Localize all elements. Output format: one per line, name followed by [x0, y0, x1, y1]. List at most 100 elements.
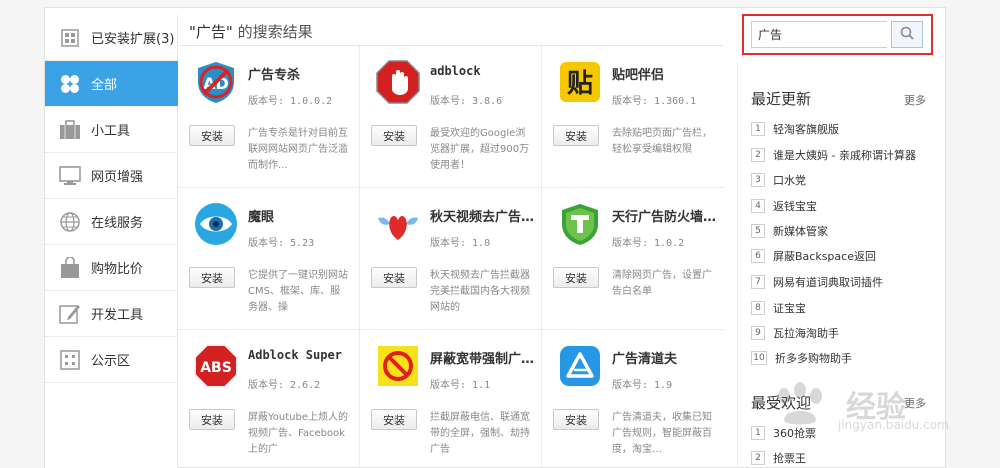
extension-name[interactable]: 广告专杀: [248, 64, 358, 83]
extension-version: 版本号: 3.8.6: [430, 96, 503, 107]
install-button[interactable]: 安装: [371, 267, 417, 288]
list-item-label[interactable]: 抢票王: [773, 450, 806, 466]
install-button[interactable]: 安装: [553, 409, 599, 430]
list-number: 9: [751, 326, 765, 340]
globe-icon: [59, 211, 81, 233]
sidebar-item-label: 在线服务: [91, 216, 144, 231]
list-item[interactable]: 2 谁是大姨妈 - 亲戚称谓计算器: [751, 146, 916, 164]
list-item[interactable]: 1 360抢票: [751, 424, 816, 442]
sidebar-item-label: 开发工具: [91, 308, 144, 323]
extension-name[interactable]: 屏蔽宽带强制广…: [430, 348, 540, 367]
svg-text:ABS: ABS: [200, 360, 232, 376]
search-input[interactable]: [751, 21, 887, 48]
list-item-label[interactable]: 返钱宝宝: [773, 198, 817, 214]
install-button[interactable]: 安装: [189, 409, 235, 430]
list-item[interactable]: 6 屏蔽Backspace返回: [751, 247, 876, 265]
install-button[interactable]: 安装: [553, 125, 599, 146]
svg-text:贴: 贴: [567, 69, 593, 99]
list-item[interactable]: 1 轻淘客旗舰版: [751, 120, 839, 138]
popular-more-link[interactable]: 更多: [904, 395, 926, 411]
list-number: 2: [751, 148, 765, 162]
list-item-label[interactable]: 证宝宝: [773, 300, 806, 316]
list-item[interactable]: 2 抢票王: [751, 449, 806, 467]
list-item[interactable]: 7 网易有道词典取词插件: [751, 273, 883, 291]
sidebar-item-tools[interactable]: 小工具: [45, 107, 178, 153]
list-item-label[interactable]: 谁是大姨妈 - 亲戚称谓计算器: [773, 147, 916, 163]
extension-name[interactable]: Adblock Super: [248, 348, 358, 362]
ad-killer-icon: AD: [194, 60, 238, 104]
sidebar-item-installed[interactable]: 已安装扩展(3): [45, 15, 178, 61]
results-title-suffix: 的搜索结果: [232, 23, 313, 41]
list-item-label[interactable]: 口水党: [773, 172, 806, 188]
extension-name[interactable]: 秋天视频去广告…: [430, 206, 540, 225]
extension-name[interactable]: 魔眼: [248, 206, 358, 225]
extension-grid: AD 广告专杀 版本号: 1.0.0.2 安装 广告专杀是针对目前互联网网站网页…: [178, 45, 724, 468]
install-button[interactable]: 安装: [189, 267, 235, 288]
triangle-logo-icon: [558, 344, 602, 388]
search-button[interactable]: [891, 21, 923, 48]
sidebar-item-public[interactable]: 公示区: [45, 337, 178, 383]
list-item[interactable]: 4 返钱宝宝: [751, 197, 817, 215]
list-item-label[interactable]: 网易有道词典取词插件: [773, 274, 883, 290]
recent-more-link[interactable]: 更多: [904, 92, 926, 108]
list-number: 8: [751, 301, 765, 315]
briefcase-icon: [59, 119, 81, 141]
install-button[interactable]: 安装: [371, 409, 417, 430]
extension-version: 版本号: 1.0: [430, 238, 491, 249]
extension-card: AD 广告专杀 版本号: 1.0.0.2 安装 广告专杀是针对目前互联网网站网页…: [178, 46, 360, 188]
extension-version: 版本号: 1.0.0.2: [248, 96, 333, 107]
list-number: 1: [751, 122, 765, 136]
install-button[interactable]: 安装: [189, 125, 235, 146]
sidebar-item-shopping[interactable]: 购物比价: [45, 245, 178, 291]
extension-card: 秋天视频去广告… 版本号: 1.0 安装 秋天视频去广告拦截器完美拦截国内各大视…: [360, 188, 542, 330]
stop-hand-icon: [376, 60, 420, 104]
sidebar-item-all[interactable]: 全部: [45, 61, 178, 107]
shield-t-icon: [558, 202, 602, 246]
list-item-label[interactable]: 新媒体管家: [773, 223, 828, 239]
list-number: 3: [751, 173, 765, 187]
sidebar-item-web-enhance[interactable]: 网页增强: [45, 153, 178, 199]
eye-icon: [194, 202, 238, 246]
install-button[interactable]: 安装: [553, 267, 599, 288]
list-item[interactable]: 8 证宝宝: [751, 299, 806, 317]
extension-description: 它提供了一键识别网站CMS、框架、库、服务器、操: [248, 270, 348, 313]
sidebar-item-online-services[interactable]: 在线服务: [45, 199, 178, 245]
list-item-label[interactable]: 360抢票: [773, 425, 816, 441]
extension-card: adblock 版本号: 3.8.6 安装 最受欢迎的Google浏览器扩展，超…: [360, 46, 542, 188]
list-item-label[interactable]: 屏蔽Backspace返回: [773, 248, 876, 264]
tie-badge-icon: 贴: [558, 60, 602, 104]
install-button[interactable]: 安装: [371, 125, 417, 146]
list-item[interactable]: 3 口水党: [751, 171, 806, 189]
sidebar-item-label: 公示区: [91, 354, 131, 369]
popular-heading: 最受欢迎: [751, 394, 812, 412]
extension-card: ABS Adblock Super 版本号: 2.6.2 安装 屏蔽Youtub…: [178, 330, 360, 468]
list-number: 6: [751, 249, 765, 263]
no-sign-icon: [376, 344, 420, 388]
extension-version: 版本号: 2.6.2: [248, 380, 321, 391]
extension-name[interactable]: 贴吧伴侣: [612, 64, 722, 83]
extension-description: 屏蔽Youtube上烦人的视频广告、Facebook上的广: [248, 412, 348, 455]
list-item[interactable]: 10 折多多购物助手: [751, 349, 852, 367]
extension-name[interactable]: adblock: [430, 64, 540, 78]
extension-description: 广告专杀是针对目前互联网网站网页广告泛滥而制作...: [248, 128, 348, 171]
list-item[interactable]: 9 瓦拉海淘助手: [751, 324, 839, 342]
sidebar-item-dev-tools[interactable]: 开发工具: [45, 291, 178, 337]
list-item-label[interactable]: 瓦拉海淘助手: [773, 325, 839, 341]
extension-version: 版本号: 1.360.1: [612, 96, 697, 107]
extension-name[interactable]: 天行广告防火墙…: [612, 206, 722, 225]
extension-name[interactable]: 广告清道夫: [612, 348, 722, 367]
sidebar-item-label: 已安装扩展(3): [91, 32, 175, 47]
list-number: 10: [751, 351, 767, 365]
list-item[interactable]: 5 新媒体管家: [751, 222, 828, 240]
list-number: 2: [751, 451, 765, 465]
sidebar-item-label: 小工具: [91, 124, 131, 139]
abs-octagon-icon: ABS: [194, 344, 238, 388]
monitor-icon: [59, 165, 81, 187]
list-number: 4: [751, 199, 765, 213]
extension-description: 清除网页广告，设置广告白名单: [612, 270, 712, 297]
grid-box-icon: [59, 27, 81, 49]
extension-description: 去除贴吧页面广告栏，轻松享受编辑权限: [612, 128, 712, 155]
list-item-label[interactable]: 轻淘客旗舰版: [773, 121, 839, 137]
sidebar-item-label: 全部: [91, 78, 118, 93]
list-item-label[interactable]: 折多多购物助手: [775, 350, 852, 366]
